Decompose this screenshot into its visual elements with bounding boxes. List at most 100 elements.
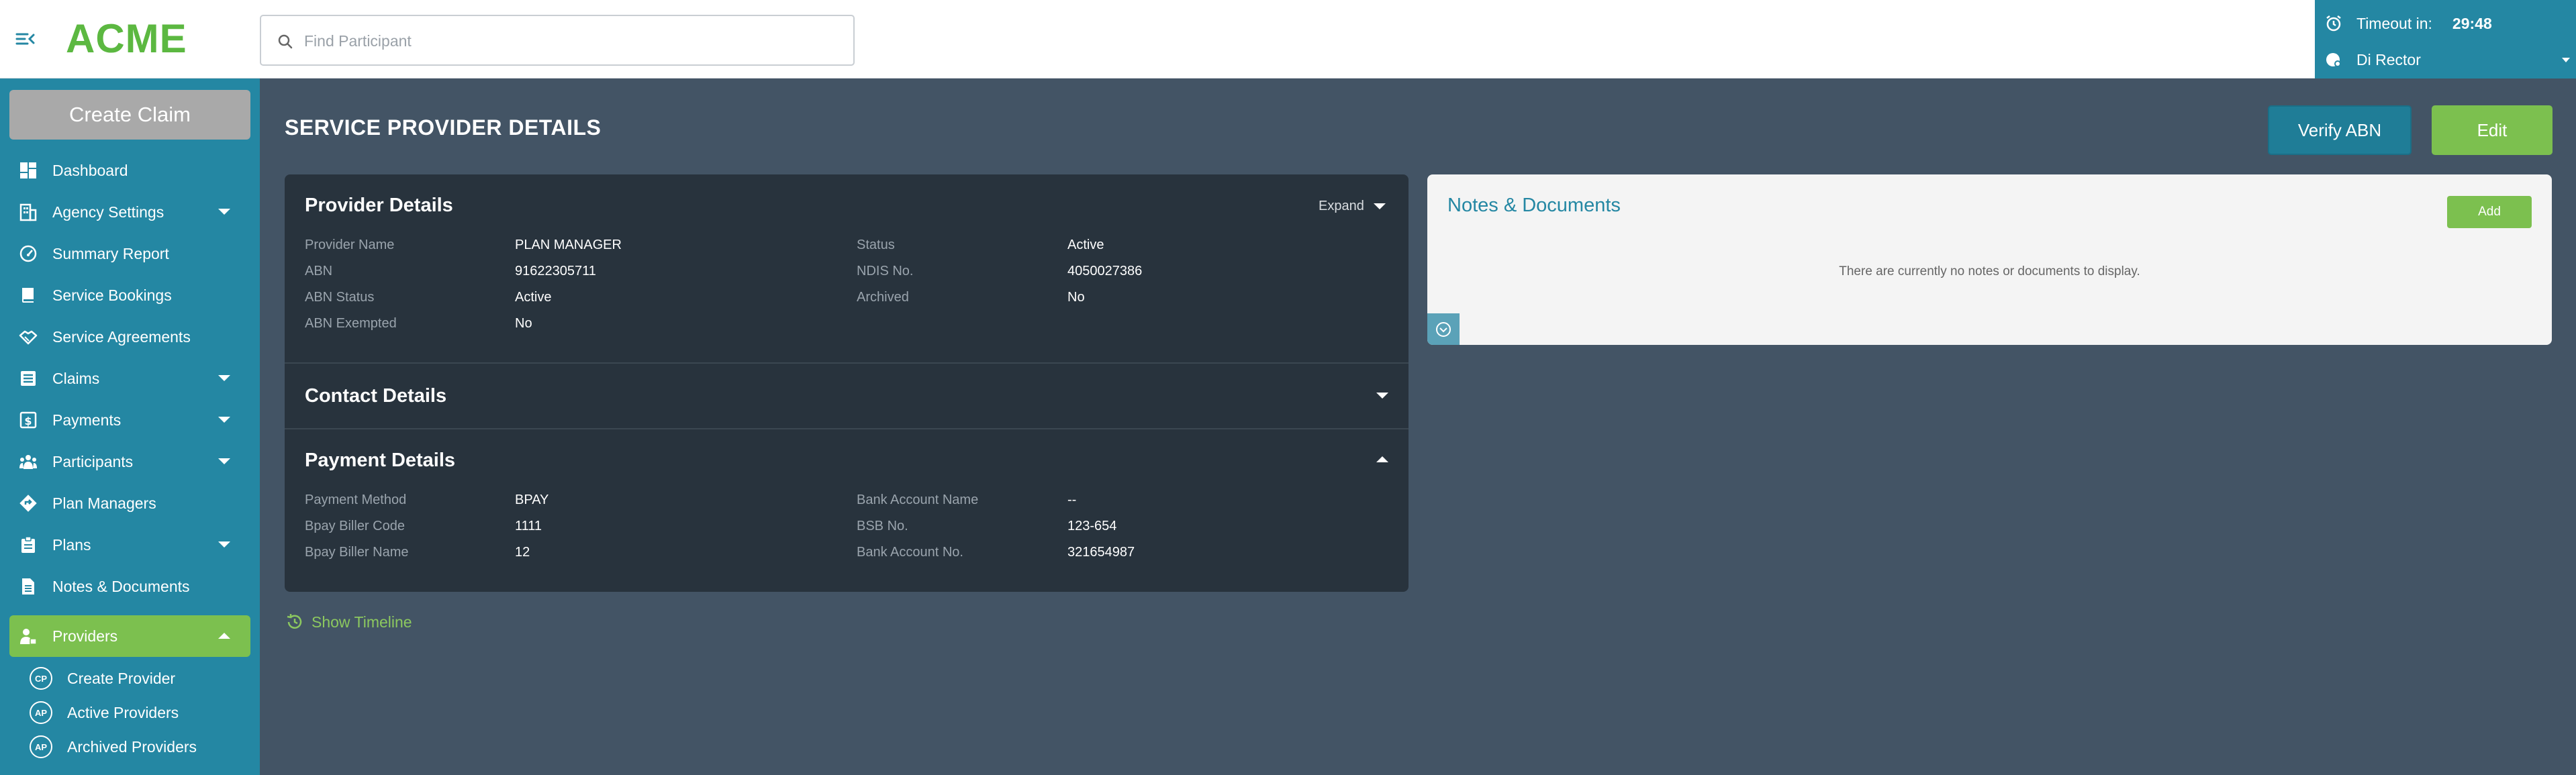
timeout-value: 29:48 bbox=[2452, 14, 2492, 32]
sidebar-item-service-bookings[interactable]: Service Bookings bbox=[9, 274, 250, 316]
user-menu[interactable]: Di Rector bbox=[2324, 48, 2571, 71]
contact-details-heading: Contact Details bbox=[305, 385, 447, 407]
sidebar-item-label: Dashboard bbox=[52, 162, 128, 179]
field-value: 321654987 bbox=[1067, 545, 1135, 560]
sidebar-item-plans[interactable]: Plans bbox=[9, 524, 250, 566]
notes-toggle-button[interactable] bbox=[1427, 313, 1460, 345]
notes-empty-message: There are currently no notes or document… bbox=[1839, 264, 2140, 278]
field-value: No bbox=[1067, 290, 1085, 305]
menu-collapse-icon[interactable] bbox=[15, 28, 36, 50]
field-value: -- bbox=[1067, 493, 1077, 507]
svg-text:$: $ bbox=[24, 415, 32, 427]
search-icon bbox=[277, 34, 293, 50]
show-timeline-label: Show Timeline bbox=[312, 613, 412, 631]
field-value: Active bbox=[1067, 238, 1104, 252]
sidebar-item-label: Plan Managers bbox=[52, 495, 156, 512]
verify-abn-button[interactable]: Verify ABN bbox=[2268, 105, 2412, 155]
sidebar: Create Claim Dashboard Agency Settings S… bbox=[0, 79, 260, 775]
edit-button[interactable]: Edit bbox=[2432, 105, 2553, 155]
field-value: 91622305711 bbox=[515, 264, 596, 278]
circle-chevron-down-icon bbox=[1435, 321, 1452, 338]
show-timeline-link[interactable]: Show Timeline bbox=[285, 612, 412, 632]
diamond-arrow-icon bbox=[19, 494, 38, 513]
sidebar-item-label: Notes & Documents bbox=[52, 578, 190, 595]
sidebar-item-label: Payments bbox=[52, 411, 122, 429]
gauge-icon bbox=[19, 244, 38, 263]
session-timeout: Timeout in: 29:48 bbox=[2324, 12, 2492, 35]
field-label: ABN Exempted bbox=[305, 316, 397, 331]
caret-up-icon bbox=[218, 633, 230, 639]
caret-down-icon bbox=[218, 417, 230, 423]
sidebar-item-claims[interactable]: Claims bbox=[9, 358, 250, 399]
field-label: ABN bbox=[305, 264, 333, 278]
sidebar-item-participants[interactable]: Participants bbox=[9, 441, 250, 482]
clipboard-icon bbox=[19, 535, 38, 554]
sidebar-item-label: Claims bbox=[52, 370, 100, 387]
section-divider bbox=[285, 428, 1409, 429]
sidebar-item-label: Providers bbox=[52, 627, 118, 645]
page-title: SERVICE PROVIDER DETAILS bbox=[285, 115, 602, 140]
document-icon bbox=[19, 577, 38, 596]
sidebar-item-plan-managers[interactable]: Plan Managers bbox=[9, 482, 250, 524]
sidebar-item-label: Service Bookings bbox=[52, 287, 172, 304]
subitem-label: Archived Providers bbox=[67, 737, 197, 756]
create-claim-button[interactable]: Create Claim bbox=[9, 90, 250, 140]
sidebar-item-notes-documents[interactable]: Notes & Documents bbox=[9, 566, 250, 607]
sidebar-item-label: Participants bbox=[52, 453, 134, 470]
app-logo[interactable]: ACME bbox=[66, 15, 187, 63]
field-value: Active bbox=[515, 290, 552, 305]
field-value: BPAY bbox=[515, 493, 549, 507]
caret-down-icon bbox=[1373, 203, 1386, 209]
user-avatar-icon bbox=[2324, 50, 2343, 69]
sidebar-item-dashboard[interactable]: Dashboard bbox=[9, 150, 250, 191]
field-label: Archived bbox=[857, 290, 909, 305]
subitem-badge: AP bbox=[30, 701, 52, 724]
sidebar-item-payments[interactable]: $ Payments bbox=[9, 399, 250, 441]
field-label: Bank Account Name bbox=[857, 493, 979, 507]
search-input[interactable] bbox=[304, 23, 841, 59]
sidebar-subitem-create-provider[interactable]: CP Create Provider bbox=[30, 663, 244, 694]
participant-search[interactable] bbox=[260, 15, 855, 66]
building-icon bbox=[19, 203, 38, 221]
provider-icon bbox=[19, 627, 38, 645]
sidebar-item-label: Summary Report bbox=[52, 245, 169, 262]
caret-down-icon bbox=[218, 375, 230, 381]
alarm-clock-icon bbox=[2324, 14, 2343, 33]
field-label: ABN Status bbox=[305, 290, 375, 305]
expand-label: Expand bbox=[1319, 199, 1364, 213]
caret-down-icon bbox=[218, 458, 230, 464]
notes-documents-heading: Notes & Documents bbox=[1447, 195, 1621, 216]
field-value: 123-654 bbox=[1067, 519, 1117, 533]
timeout-label: Timeout in: bbox=[2356, 14, 2432, 32]
field-label: Status bbox=[857, 238, 895, 252]
sidebar-subitem-active-providers[interactable]: AP Active Providers bbox=[30, 697, 244, 728]
subitem-label: Create Provider bbox=[67, 669, 176, 687]
field-label: Provider Name bbox=[305, 238, 395, 252]
caret-down-icon[interactable] bbox=[1376, 393, 1388, 399]
caret-down-icon bbox=[218, 541, 230, 548]
add-note-button[interactable]: Add bbox=[2447, 196, 2532, 228]
field-value: 4050027386 bbox=[1067, 264, 1143, 278]
dollar-icon: $ bbox=[19, 411, 38, 429]
sidebar-item-providers[interactable]: Providers bbox=[9, 615, 250, 657]
field-label: Bpay Biller Code bbox=[305, 519, 405, 533]
subitem-badge: CP bbox=[30, 667, 52, 690]
sidebar-item-agency-settings[interactable]: Agency Settings bbox=[9, 191, 250, 233]
sidebar-subitem-archived-providers[interactable]: AP Archived Providers bbox=[30, 731, 244, 762]
sidebar-item-service-agreements[interactable]: Service Agreements bbox=[9, 316, 250, 358]
caret-down-icon bbox=[218, 209, 230, 215]
people-icon bbox=[19, 452, 38, 471]
sidebar-item-summary-report[interactable]: Summary Report bbox=[9, 233, 250, 274]
handshake-icon bbox=[19, 327, 38, 346]
notes-documents-panel: Notes & Documents Add There are currentl… bbox=[1427, 174, 2552, 345]
field-label: BSB No. bbox=[857, 519, 908, 533]
expand-toggle[interactable]: Expand bbox=[1319, 199, 1386, 214]
section-divider bbox=[285, 362, 1409, 364]
field-label: Bpay Biller Name bbox=[305, 545, 409, 560]
field-label: NDIS No. bbox=[857, 264, 914, 278]
history-icon bbox=[285, 612, 305, 632]
field-value: 1111 bbox=[515, 519, 542, 533]
caret-up-icon[interactable] bbox=[1376, 456, 1388, 462]
sidebar-item-label: Agency Settings bbox=[52, 203, 164, 221]
user-panel: Timeout in: 29:48 Di Rector bbox=[2315, 0, 2576, 79]
